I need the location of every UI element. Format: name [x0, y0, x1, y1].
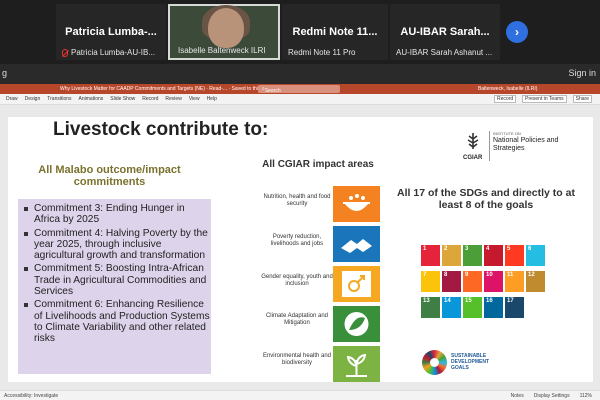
- tab-design[interactable]: Design: [25, 96, 41, 102]
- sdg-tile: 3: [463, 245, 482, 266]
- sdg-tile: 8: [442, 271, 461, 292]
- commitment-item: Commitment 6: Enhancing Resilience of Li…: [24, 299, 211, 344]
- handshake-icon: [333, 226, 380, 262]
- participant-label: Redmi Note 11 Pro: [288, 48, 384, 57]
- accessibility-status[interactable]: Accessibility: Investigate: [4, 393, 58, 399]
- participant-label: Patricia Lumba-AU-IB...: [62, 48, 162, 57]
- food-bowl-icon: [333, 186, 380, 222]
- commitment-item: Commitment 4: Halving Poverty by the yea…: [24, 228, 211, 262]
- present-in-teams-button[interactable]: Present in Teams: [522, 95, 567, 103]
- sdg-tile: 5: [505, 245, 524, 266]
- cgiar-heading: All CGIAR impact areas: [262, 159, 374, 170]
- sdg-tile: 4: [484, 245, 503, 266]
- tab-help[interactable]: Help: [207, 96, 217, 102]
- commitment-item: Commitment 3: Ending Hunger in Africa by…: [24, 203, 211, 226]
- document-title: Why Livestock Matter for CAADP Commitmen…: [60, 86, 269, 92]
- participant-sub: AU-IBAR Sarah Ashanut ...: [396, 48, 493, 57]
- participant-sub: Redmi Note 11 Pro: [288, 48, 356, 57]
- status-bar: Accessibility: Investigate Notes Display…: [0, 390, 600, 400]
- tab-view[interactable]: View: [189, 96, 200, 102]
- commitment-item: Commitment 5: Boosting Intra-African Tra…: [24, 263, 211, 297]
- sdg-tile: 12: [526, 271, 545, 292]
- participant-video-tile[interactable]: Isabelle Baltenweck ILRI: [168, 4, 280, 60]
- tab-draw[interactable]: Draw: [6, 96, 18, 102]
- participant-tile[interactable]: Patricia Lumba-... Patricia Lumba-AU-IB.…: [56, 4, 166, 60]
- participant-tile[interactable]: Redmi Note 11... Redmi Note 11 Pro: [282, 4, 388, 60]
- tab-animations[interactable]: Animations: [79, 96, 104, 102]
- meeting-bar: g Sign in: [0, 64, 600, 84]
- commitments-box: Commitment 3: Ending Hunger in Africa by…: [18, 199, 211, 374]
- tab-transitions[interactable]: Transitions: [47, 96, 71, 102]
- meeting-participant-strip: Patricia Lumba-... Patricia Lumba-AU-IB.…: [0, 0, 600, 64]
- sdg-logo-text: SUSTAINABLE DEVELOPMENT GOALS: [451, 353, 490, 371]
- impact-label: Environmental health and biodiversity: [262, 353, 332, 366]
- sdg-tile: 1: [421, 245, 440, 266]
- user-name[interactable]: Baltenweck, Isabelle (ILRI): [478, 86, 537, 92]
- participant-name: Patricia Lumba-...: [65, 26, 157, 38]
- powerpoint-window: Why Livestock Matter for CAADP Commitmen…: [0, 84, 600, 400]
- sdg-tile: 7: [421, 271, 440, 292]
- impact-label: Climate Adaptation and Mitigation: [265, 313, 329, 326]
- leaf-globe-icon: [333, 306, 380, 342]
- impact-label: Poverty reduction, livelihoods and jobs: [270, 234, 324, 247]
- impact-label: Gender equality, youth and inclusion: [261, 274, 333, 287]
- title-bar: Why Livestock Matter for CAADP Commitmen…: [0, 84, 600, 94]
- sdg-grid: 1 2 3 4 5 6 7 8 9 10 11 12 13 14 15 16 1…: [421, 245, 549, 383]
- sdg-tile: 2: [442, 245, 461, 266]
- sdg-tile: 11: [505, 271, 524, 292]
- sdg-tile: 10: [484, 271, 503, 292]
- sign-in-link[interactable]: Sign in: [568, 68, 596, 78]
- ribbon-tabs: Draw Design Transitions Animations Slide…: [0, 94, 600, 105]
- participant-video: [208, 8, 244, 48]
- logo-divider: [489, 131, 490, 161]
- sdg-heading: All 17 of the SDGs and directly to at le…: [397, 187, 575, 211]
- sdg-tile: 17: [505, 297, 524, 318]
- record-button[interactable]: Record: [493, 95, 517, 103]
- participant-sub: Patricia Lumba-AU-IB...: [71, 48, 156, 57]
- cgiar-wheat-icon: [467, 133, 479, 149]
- cgiar-text: CGIAR: [463, 155, 483, 161]
- slide-canvas[interactable]: Livestock contribute to: CGIAR INSTITUTE…: [8, 117, 593, 382]
- sdg-tile: 15: [463, 297, 482, 318]
- zoom-level[interactable]: 112%: [580, 393, 592, 399]
- slide-title: Livestock contribute to:: [53, 119, 269, 140]
- sdg-tile: 9: [463, 271, 482, 292]
- logo-inst: INSTITUTE ON: [493, 131, 521, 136]
- screen: Patricia Lumba-... Patricia Lumba-AU-IB.…: [0, 0, 600, 400]
- participant-tile[interactable]: AU-IBAR Sarah... AU-IBAR Sarah Ashanut .…: [390, 4, 500, 60]
- malabo-heading: All Malabo outcome/impact commitments: [38, 164, 181, 188]
- sdg-tile: 6: [526, 245, 545, 266]
- sdg-tile: 13: [421, 297, 440, 318]
- chevron-right-icon[interactable]: ›: [506, 21, 528, 43]
- logo-name: National Policies and Strategies: [493, 137, 559, 152]
- muted-mic-icon: [62, 48, 68, 57]
- tab-slide-show[interactable]: Slide Show: [110, 96, 135, 102]
- plant-icon: [333, 346, 380, 382]
- display-settings-button[interactable]: Display Settings: [534, 393, 570, 399]
- participant-label: AU-IBAR Sarah Ashanut ...: [396, 48, 496, 57]
- cgiar-logo: CGIAR INSTITUTE ON National Policies and…: [463, 131, 600, 171]
- participant-name: AU-IBAR Sarah...: [400, 26, 490, 38]
- gender-icon: [333, 266, 380, 302]
- tab-record[interactable]: Record: [142, 96, 158, 102]
- participant-label: Isabelle Baltenweck ILRI: [178, 46, 274, 55]
- participant-sub: Isabelle Baltenweck ILRI: [178, 46, 266, 55]
- sdg-tile: 14: [442, 297, 461, 318]
- tab-review[interactable]: Review: [165, 96, 181, 102]
- share-button[interactable]: Share: [572, 95, 592, 103]
- sdg-wheel-icon: [422, 350, 447, 375]
- left-text: g: [2, 68, 8, 78]
- notes-button[interactable]: Notes: [511, 393, 524, 399]
- sdg-tile: 16: [484, 297, 503, 318]
- participant-name: Redmi Note 11...: [292, 26, 378, 38]
- impact-label: Nutrition, health and food security: [263, 194, 331, 207]
- search-input[interactable]: ⌕ Search: [258, 85, 340, 94]
